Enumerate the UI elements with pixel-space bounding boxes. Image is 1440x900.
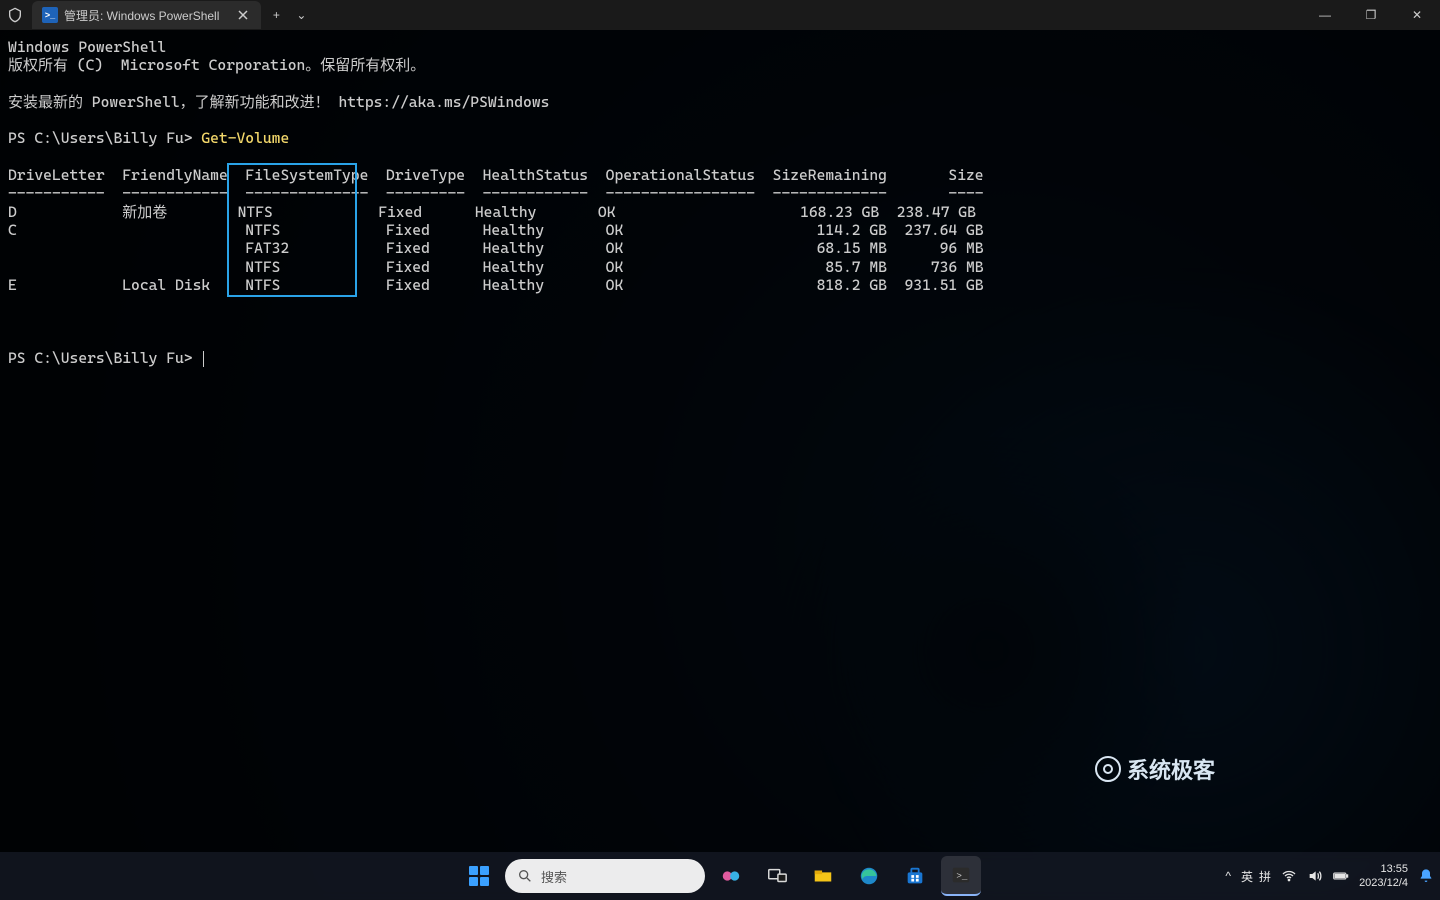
clock[interactable]: 13:55 2023/12/4 bbox=[1359, 862, 1408, 890]
wifi-icon[interactable] bbox=[1281, 868, 1297, 884]
new-tab-button[interactable]: + bbox=[261, 8, 291, 22]
copilot-icon bbox=[720, 865, 742, 887]
windows-icon bbox=[469, 866, 489, 886]
tab-close-button[interactable] bbox=[235, 7, 251, 23]
taskbar: 搜索 >_ ^ 英 拼 13:55 2023/12/4 bbox=[0, 852, 1440, 900]
task-view-icon bbox=[766, 865, 788, 887]
system-tray: ^ 英 拼 13:55 2023/12/4 bbox=[1225, 852, 1434, 900]
watermark-icon bbox=[1095, 756, 1121, 782]
date: 2023/12/4 bbox=[1359, 876, 1408, 890]
task-view-button[interactable] bbox=[757, 856, 797, 896]
search-placeholder: 搜索 bbox=[541, 867, 567, 886]
watermark: 系统极客 bbox=[1095, 753, 1215, 785]
battery-icon[interactable] bbox=[1333, 868, 1349, 884]
volume-table: DriveLetter FriendlyName FileSystemType … bbox=[8, 166, 984, 294]
time: 13:55 bbox=[1359, 862, 1408, 876]
admin-shield-icon bbox=[0, 7, 30, 23]
banner-line: 版权所有 (C) Microsoft Corporation。保留所有权利。 bbox=[8, 56, 425, 74]
store-icon bbox=[904, 865, 926, 887]
start-button[interactable] bbox=[459, 856, 499, 896]
prompt: PS C:\Users\Billy Fu> bbox=[8, 349, 201, 367]
tab-title: 管理员: Windows PowerShell bbox=[64, 7, 219, 24]
minimize-button[interactable]: — bbox=[1302, 0, 1348, 30]
terminal-output[interactable]: Windows PowerShell 版权所有 (C) Microsoft Co… bbox=[0, 30, 1440, 900]
install-hint: 安装最新的 PowerShell，了解新功能和改进！ https://aka.m… bbox=[8, 93, 549, 111]
watermark-text: 系统极客 bbox=[1127, 753, 1215, 785]
cursor bbox=[203, 351, 204, 367]
terminal-button[interactable]: >_ bbox=[941, 856, 981, 896]
powershell-icon: >_ bbox=[42, 7, 58, 23]
volume-icon[interactable] bbox=[1307, 868, 1323, 884]
banner-line: Windows PowerShell bbox=[8, 38, 166, 56]
taskbar-search[interactable]: 搜索 bbox=[505, 859, 705, 893]
ime-lang: 英 bbox=[1241, 868, 1253, 885]
copilot-button[interactable] bbox=[711, 856, 751, 896]
ime-method: 拼 bbox=[1259, 868, 1271, 885]
close-window-button[interactable]: ✕ bbox=[1394, 0, 1440, 30]
tray-overflow-button[interactable]: ^ bbox=[1225, 869, 1231, 883]
prompt: PS C:\Users\Billy Fu> bbox=[8, 129, 201, 147]
search-icon bbox=[517, 868, 533, 884]
tab-powershell[interactable]: >_ 管理员: Windows PowerShell bbox=[32, 1, 261, 29]
file-explorer-button[interactable] bbox=[803, 856, 843, 896]
window-titlebar: >_ 管理员: Windows PowerShell + ⌄ — ❐ ✕ bbox=[0, 0, 1440, 30]
command: Get-Volume bbox=[201, 129, 289, 147]
edge-button[interactable] bbox=[849, 856, 889, 896]
terminal-icon: >_ bbox=[950, 864, 972, 886]
folder-icon bbox=[812, 865, 834, 887]
maximize-button[interactable]: ❐ bbox=[1348, 0, 1394, 30]
tab-dropdown-button[interactable]: ⌄ bbox=[291, 8, 311, 22]
notifications-button[interactable] bbox=[1418, 868, 1434, 884]
store-button[interactable] bbox=[895, 856, 935, 896]
ime-indicator[interactable]: 英 拼 bbox=[1241, 868, 1271, 885]
edge-icon bbox=[858, 865, 880, 887]
svg-text:>_: >_ bbox=[956, 871, 967, 882]
